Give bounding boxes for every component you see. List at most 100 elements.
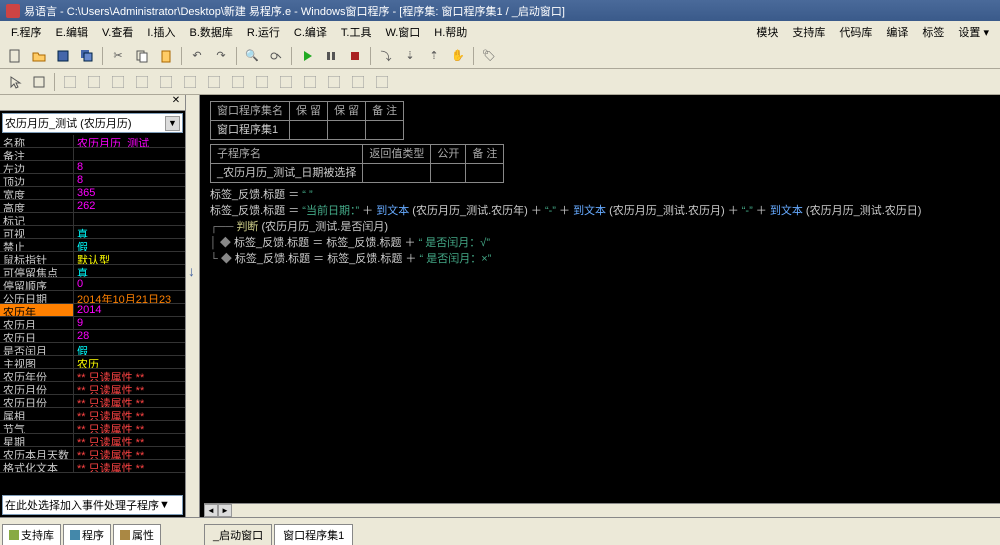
ctrl13-icon[interactable] [347, 72, 369, 92]
property-row[interactable]: 农历月9 [0, 317, 185, 330]
menu-compile[interactable]: C.编译 [287, 21, 334, 43]
property-value[interactable]: ** 只读属性 ** [74, 395, 185, 407]
property-row[interactable]: 属相** 只读属性 ** [0, 408, 185, 421]
property-value[interactable]: 8 [74, 174, 185, 186]
paste-icon[interactable] [155, 46, 177, 66]
ctrl5-icon[interactable] [155, 72, 177, 92]
property-row[interactable]: 禁止假 [0, 239, 185, 252]
object-selector[interactable]: 农历月历_测试 (农历月历) ▼ [2, 113, 183, 133]
cursor-icon[interactable] [4, 72, 26, 92]
bookmark-icon[interactable]: 🏷 [478, 46, 500, 66]
property-row[interactable]: 可视真 [0, 226, 185, 239]
property-value[interactable]: 农历月历_测试 [74, 135, 185, 147]
ctrl14-icon[interactable] [371, 72, 393, 92]
find-icon[interactable]: 🔍 [241, 46, 263, 66]
property-row[interactable]: 星期** 只读属性 ** [0, 434, 185, 447]
property-row[interactable]: 停留顺序0 [0, 278, 185, 291]
property-row[interactable]: 备注 [0, 148, 185, 161]
menu-support[interactable]: 支持库 [785, 21, 832, 43]
break-icon[interactable]: ✋ [447, 46, 469, 66]
cut-icon[interactable]: ✂ [107, 46, 129, 66]
menu-view[interactable]: V.查看 [95, 21, 140, 43]
ctrl2-icon[interactable] [83, 72, 105, 92]
close-panel-icon[interactable]: ✕ [169, 95, 183, 109]
tab-startup-window[interactable]: _启动窗口 [204, 524, 272, 545]
property-value[interactable]: ** 只读属性 ** [74, 369, 185, 381]
undo-icon[interactable]: ↶ [186, 46, 208, 66]
property-row[interactable]: 农历本月天数** 只读属性 ** [0, 447, 185, 460]
ctrl9-icon[interactable] [251, 72, 273, 92]
menu-tag[interactable]: 标签 [915, 21, 951, 43]
menu-database[interactable]: B.数据库 [182, 21, 239, 43]
step-into-icon[interactable]: ⇣ [399, 46, 421, 66]
property-grid[interactable]: 名称农历月历_测试备注左边8顶边8宽度365高度262标记可视真禁止假鼠标指针默… [0, 135, 185, 493]
property-value[interactable]: 真 [74, 226, 185, 238]
menu-run[interactable]: R.运行 [240, 21, 287, 43]
menu-codelib[interactable]: 代码库 [832, 21, 879, 43]
property-value[interactable] [74, 148, 185, 160]
ctrl10-icon[interactable] [275, 72, 297, 92]
property-row[interactable]: 是否闰月假 [0, 343, 185, 356]
ctrl11-icon[interactable] [299, 72, 321, 92]
horizontal-scrollbar[interactable]: ◄ ► [204, 503, 1000, 517]
property-value[interactable]: 默认型 [74, 252, 185, 264]
property-value[interactable]: ** 只读属性 ** [74, 434, 185, 446]
menu-program[interactable]: F.程序 [4, 21, 49, 43]
tab-support-lib[interactable]: 支持库 [2, 524, 61, 545]
ctrl1-icon[interactable] [59, 72, 81, 92]
property-row[interactable]: 可停留焦点真 [0, 265, 185, 278]
ctrl6-icon[interactable] [179, 72, 201, 92]
dropdown-arrow-icon[interactable]: ▼ [159, 499, 170, 511]
property-row[interactable]: 农历年2014 [0, 304, 185, 317]
property-row[interactable]: 节气** 只读属性 ** [0, 421, 185, 434]
open-icon[interactable] [28, 46, 50, 66]
stop-icon[interactable] [344, 46, 366, 66]
event-selector[interactable]: 在此处选择加入事件处理子程序 ▼ [2, 495, 183, 515]
property-row[interactable]: 鼠标指针默认型 [0, 252, 185, 265]
property-value[interactable]: 28 [74, 330, 185, 342]
property-value[interactable]: 365 [74, 187, 185, 199]
saveall-icon[interactable] [76, 46, 98, 66]
property-value[interactable]: 2014年10月21日23 [74, 291, 185, 303]
property-value[interactable]: ** 只读属性 ** [74, 460, 185, 472]
new-icon[interactable] [4, 46, 26, 66]
tab-property[interactable]: 属性 [113, 524, 161, 545]
property-value[interactable]: ** 只读属性 ** [74, 447, 185, 459]
run-icon[interactable] [296, 46, 318, 66]
property-value[interactable]: 假 [74, 343, 185, 355]
property-row[interactable]: 宽度365 [0, 187, 185, 200]
property-row[interactable]: 顶边8 [0, 174, 185, 187]
property-row[interactable]: 主视图农历 [0, 356, 185, 369]
property-value[interactable]: 8 [74, 161, 185, 173]
property-row[interactable]: 格式化文本** 只读属性 ** [0, 460, 185, 473]
property-row[interactable]: 农历日份** 只读属性 ** [0, 395, 185, 408]
menu-help[interactable]: H.帮助 [427, 21, 474, 43]
property-row[interactable]: 高度262 [0, 200, 185, 213]
property-row[interactable]: 农历月份** 只读属性 ** [0, 382, 185, 395]
property-value[interactable] [74, 213, 185, 225]
property-value[interactable]: ** 只读属性 ** [74, 382, 185, 394]
property-value[interactable]: 真 [74, 265, 185, 277]
property-value[interactable]: 262 [74, 200, 185, 212]
scroll-right-icon[interactable]: ► [218, 504, 232, 517]
ctrl4-icon[interactable] [131, 72, 153, 92]
property-row[interactable]: 名称农历月历_测试 [0, 135, 185, 148]
pause-icon[interactable] [320, 46, 342, 66]
menu-settings[interactable]: 设置 ▾ [951, 21, 996, 43]
property-value[interactable]: 假 [74, 239, 185, 251]
menu-edit[interactable]: E.编辑 [49, 21, 95, 43]
ctrl12-icon[interactable] [323, 72, 345, 92]
property-row[interactable]: 左边8 [0, 161, 185, 174]
form-icon[interactable] [28, 72, 50, 92]
property-value[interactable]: 9 [74, 317, 185, 329]
menu-insert[interactable]: I.插入 [140, 21, 182, 43]
tab-program[interactable]: 程序 [63, 524, 111, 545]
step-over-icon[interactable]: ⤵ [375, 46, 397, 66]
toggle-icon[interactable] [265, 46, 287, 66]
property-value[interactable]: 2014 [74, 304, 185, 316]
property-value[interactable]: 0 [74, 278, 185, 290]
menu-tools[interactable]: T.工具 [334, 21, 379, 43]
redo-icon[interactable]: ↷ [210, 46, 232, 66]
code-editor[interactable]: ↓ 窗口程序集名保 留保 留备 注 窗口程序集1 子程序名返回值类型公开备 注 … [186, 95, 1000, 517]
step-out-icon[interactable]: ⇡ [423, 46, 445, 66]
